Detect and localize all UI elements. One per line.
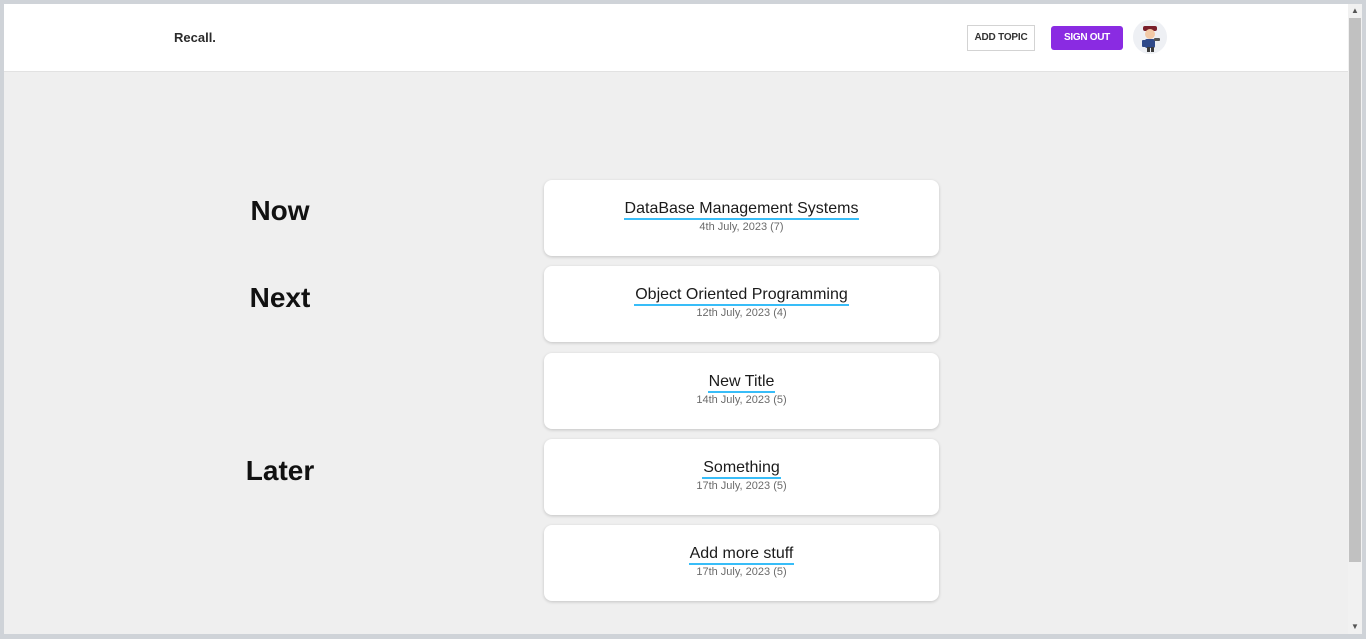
scroll-up-arrow-icon[interactable]: ▲ <box>1348 4 1362 18</box>
topic-date: 4th July, 2023 (7) <box>699 221 784 233</box>
avatar-icon <box>1133 20 1167 54</box>
navbar: Recall. ADD TOPIC SIGN OUT <box>4 4 1348 72</box>
scroll-down-arrow-icon[interactable]: ▼ <box>1348 620 1362 634</box>
topic-card[interactable]: Object Oriented Programming 12th July, 2… <box>544 266 939 342</box>
topic-card[interactable]: New Title 14th July, 2023 (5) <box>544 353 939 429</box>
scrollbar-thumb[interactable] <box>1349 18 1361 562</box>
brand-logo[interactable]: Recall. <box>174 30 216 45</box>
topic-title-link[interactable]: DataBase Management Systems <box>623 200 860 220</box>
topic-card[interactable]: Something 17th July, 2023 (5) <box>544 439 939 515</box>
topic-date: 12th July, 2023 (4) <box>696 307 787 319</box>
page-viewport: Recall. ADD TOPIC SIGN OUT Now Next Late… <box>4 4 1348 634</box>
topic-title-link[interactable]: Add more stuff <box>688 545 795 565</box>
sign-out-button[interactable]: SIGN OUT <box>1051 26 1123 50</box>
topic-card[interactable]: Add more stuff 17th July, 2023 (5) <box>544 525 939 601</box>
avatar[interactable] <box>1133 20 1167 54</box>
topic-date: 17th July, 2023 (5) <box>696 480 787 492</box>
topic-date: 14th July, 2023 (5) <box>696 394 787 406</box>
topic-date: 17th July, 2023 (5) <box>696 566 787 578</box>
topic-title-link[interactable]: New Title <box>707 373 776 393</box>
section-label-now: Now <box>250 195 310 226</box>
section-label-next: Next <box>249 282 311 313</box>
topic-title-link[interactable]: Object Oriented Programming <box>634 286 849 306</box>
section-label-later: Later <box>245 455 315 486</box>
vertical-scrollbar[interactable]: ▲ ▼ <box>1348 4 1362 634</box>
topic-title-link[interactable]: Something <box>702 459 781 479</box>
topic-card[interactable]: DataBase Management Systems 4th July, 20… <box>544 180 939 256</box>
add-topic-button[interactable]: ADD TOPIC <box>967 25 1035 51</box>
